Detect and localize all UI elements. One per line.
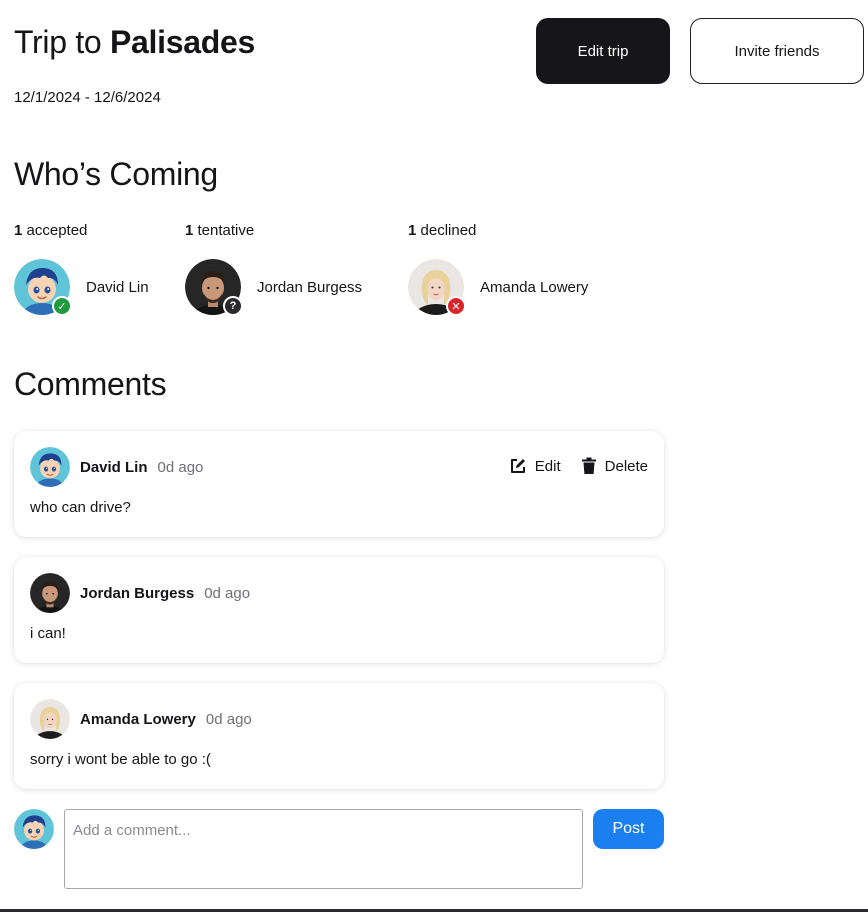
comment-time: 0d ago: [157, 458, 204, 476]
invite-friends-button[interactable]: Invite friends: [690, 18, 864, 84]
comment-time: 0d ago: [204, 584, 251, 602]
trash-icon: [581, 457, 596, 474]
edit-icon: [510, 459, 525, 473]
question-badge-icon: ?: [223, 296, 243, 316]
title-prefix: Trip to: [14, 24, 102, 60]
man-photo-avatar-icon: [30, 573, 70, 613]
count-value: 1: [185, 222, 194, 239]
cartoon-boy-avatar-icon: [14, 809, 54, 849]
rsvp-accepted-count: 1 accepted: [14, 222, 149, 239]
comment-text: sorry i wont be able to go :(: [30, 751, 211, 768]
comment-text: who can drive?: [30, 499, 131, 516]
comment-author: David Lin: [80, 458, 148, 476]
rsvp-tentative-group: 1 tentative ? Jordan Burgess: [185, 222, 363, 316]
delete-label: Delete: [604, 457, 648, 475]
person-name: Amanda Lowery: [480, 278, 589, 296]
rsvp-accepted-group: 1 accepted ✓ David Lin: [14, 222, 149, 316]
count-value: 1: [14, 222, 23, 239]
delete-comment-button[interactable]: Delete: [581, 457, 648, 475]
rsvp-person[interactable]: ✕ Amanda Lowery: [408, 259, 589, 316]
comment-author: Jordan Burgess: [80, 584, 195, 602]
count-value: 1: [408, 222, 417, 239]
avatar: ?: [185, 259, 243, 316]
avatar: ✕: [408, 259, 466, 316]
trip-dates: 12/1/2024 - 12/6/2024: [14, 89, 161, 106]
edit-comment-button[interactable]: Edit: [509, 457, 561, 475]
edit-label: Edit: [534, 457, 561, 475]
check-badge-icon: ✓: [52, 296, 72, 316]
rsvp-declined-count: 1 declined: [408, 222, 588, 239]
whos-coming-heading: Who’s Coming: [14, 156, 218, 192]
rsvp-person[interactable]: ? Jordan Burgess: [185, 259, 363, 316]
avatar: [30, 573, 70, 613]
avatar: [30, 447, 70, 487]
comment-card: David Lin 0d ago Edit Delete who can dri…: [14, 431, 664, 537]
comment-text: i can!: [30, 625, 66, 642]
comment-card: Amanda Lowery 0d ago sorry i wont be abl…: [14, 683, 664, 789]
comments-heading: Comments: [14, 366, 167, 402]
person-name: David Lin: [86, 278, 149, 296]
comment-header: Amanda Lowery 0d ago: [30, 699, 252, 739]
comment-input[interactable]: [64, 809, 583, 889]
page-title: Trip to Palisades: [14, 24, 255, 61]
post-comment-button[interactable]: Post: [593, 809, 664, 849]
avatar: ✓: [14, 259, 72, 316]
comment-time: 0d ago: [205, 710, 252, 728]
comment-author: Amanda Lowery: [80, 710, 196, 728]
status-label: declined: [420, 222, 477, 239]
current-user-avatar: [14, 809, 54, 849]
status-label: accepted: [26, 222, 88, 239]
comment-actions: Edit Delete: [509, 457, 648, 475]
rsvp-person[interactable]: ✓ David Lin: [14, 259, 149, 316]
status-label: tentative: [197, 222, 255, 239]
comment-card: Jordan Burgess 0d ago i can!: [14, 557, 664, 663]
edit-trip-button[interactable]: Edit trip: [536, 18, 670, 84]
woman-photo-avatar-icon: [30, 699, 70, 739]
comment-header: Jordan Burgess 0d ago: [30, 573, 250, 613]
rsvp-declined-group: 1 declined ✕ Amanda Lowery: [408, 222, 589, 316]
comment-header: David Lin 0d ago: [30, 447, 203, 487]
person-name: Jordan Burgess: [257, 278, 363, 296]
x-badge-icon: ✕: [446, 296, 466, 316]
avatar: [30, 699, 70, 739]
title-place: Palisades: [110, 24, 255, 60]
cartoon-boy-avatar-icon: [30, 447, 70, 487]
rsvp-tentative-count: 1 tentative: [185, 222, 362, 239]
